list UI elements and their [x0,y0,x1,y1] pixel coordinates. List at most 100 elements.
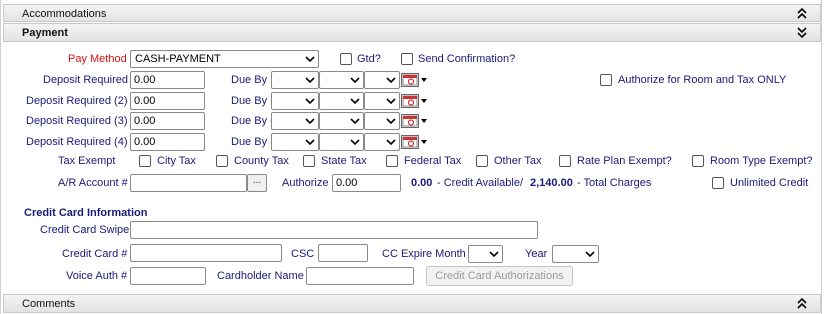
deposit-required-input[interactable]: 0.00 [130,133,205,151]
send-confirmation-label: Send Confirmation? [418,53,516,65]
chevron-down-icon [585,251,595,258]
section-title-accommodations: Accommodations [22,8,107,20]
chevron-up-double-icon[interactable] [796,296,808,310]
chevron-down-icon [489,251,499,258]
chevron-down-icon [350,77,360,84]
tax-exempt-option-label: County Tax [234,155,289,167]
due-by-year-select[interactable] [364,71,400,89]
calendar-dropdown-caret-icon[interactable] [421,78,427,82]
calendar-dropdown-caret-icon[interactable] [421,99,427,103]
due-by-label: Due By [231,74,268,86]
due-by-day-select[interactable] [319,92,364,110]
calendar-icon[interactable] [401,135,419,149]
credit-card-number-label: Credit Card # [62,248,128,260]
due-by-day-select[interactable] [319,133,364,151]
authorize-input[interactable]: 0.00 [332,174,401,192]
deposit-required-label: Deposit Required (2) [26,95,128,107]
cc-expire-year-select[interactable] [552,245,599,263]
authorize-room-tax-label: Authorize for Room and Tax ONLY [618,74,787,86]
chevron-down-icon [350,118,360,125]
chevron-down-icon [305,77,315,84]
section-accommodations[interactable]: Accommodations [3,4,821,22]
due-by-month-select[interactable] [271,92,319,110]
chevron-up-double-icon[interactable] [796,6,808,20]
gtd-label: Gtd? [357,53,381,65]
ar-account-lookup-button[interactable]: ... [247,174,267,192]
cc-expire-month-select[interactable] [468,245,503,263]
deposit-required-input[interactable]: 0.00 [130,112,205,130]
tax-exempt-checkbox[interactable] [216,155,228,167]
credit-available-amount: 0.00 [411,177,433,189]
deposit-required-input[interactable]: 0.00 [130,92,205,110]
chevron-down-icon [386,98,396,105]
cc-authorizations-button[interactable]: Credit Card Authorizations [426,266,573,286]
due-by-year-select[interactable] [364,92,400,110]
section-title-payment: Payment [22,27,68,39]
tax-exempt-option-label: State Tax [321,155,367,167]
chevron-down-icon [305,56,315,63]
calendar-icon[interactable] [401,94,419,108]
unlimited-credit-checkbox[interactable] [712,177,724,189]
send-confirmation-checkbox[interactable] [401,53,413,65]
pay-method-select[interactable]: CASH-PAYMENT [130,50,319,68]
calendar-dropdown-caret-icon[interactable] [421,119,427,123]
due-by-month-select[interactable] [271,133,319,151]
tax-exempt-checkbox[interactable] [559,155,571,167]
section-title-comments: Comments [22,298,76,310]
chevron-down-icon [386,118,396,125]
chevron-down-icon [386,77,396,84]
tax-exempt-option-label: City Tax [157,155,196,167]
calendar-icon[interactable] [401,73,419,87]
gtd-checkbox[interactable] [340,53,352,65]
section-comments[interactable]: Comments [3,294,821,313]
credit-card-number-input[interactable] [130,244,282,262]
authorize-room-tax-checkbox[interactable] [600,74,612,86]
deposit-required-label: Deposit Required (3) [26,115,128,127]
section-payment[interactable]: Payment [3,23,821,42]
reservation-panel: Accommodations Payment Pay Method CASH-P… [0,0,822,314]
ar-account-input[interactable] [130,174,247,192]
unlimited-credit-label: Unlimited Credit [730,177,809,189]
cc-expire-month-label: CC Expire Month [382,248,466,260]
cc-swipe-input[interactable] [130,221,538,239]
due-by-year-select[interactable] [364,112,400,130]
pay-method-label: Pay Method [68,53,127,65]
due-by-day-select[interactable] [319,71,364,89]
due-by-month-select[interactable] [271,71,319,89]
tax-exempt-checkbox[interactable] [303,155,315,167]
year-label: Year [525,248,548,260]
total-charges-amount: 2,140.00 [530,177,573,189]
total-charges-text: - Total Charges [577,177,652,189]
credit-separator: / [520,177,524,189]
tax-exempt-option-label: Rate Plan Exempt? [577,155,672,167]
tax-exempt-checkbox[interactable] [476,155,488,167]
due-by-year-select[interactable] [364,133,400,151]
cardholder-name-input[interactable] [306,267,414,285]
tax-exempt-option-label: Other Tax [494,155,542,167]
pay-method-value: CASH-PAYMENT [135,53,221,65]
tax-exempt-checkbox[interactable] [692,155,704,167]
chevron-down-icon [386,139,396,146]
credit-available-text: - Credit Available [437,177,520,189]
csc-input[interactable] [318,244,368,262]
chevron-down-icon [350,139,360,146]
tax-exempt-option-label: Room Type Exempt? [710,155,813,167]
voice-auth-input[interactable] [130,267,206,285]
calendar-icon[interactable] [401,114,419,128]
tax-exempt-checkbox[interactable] [386,155,398,167]
deposit-required-input[interactable]: 0.00 [130,71,205,89]
tax-exempt-label: Tax Exempt [58,155,116,167]
deposit-required-label: Deposit Required (4) [26,136,128,148]
calendar-dropdown-caret-icon[interactable] [421,140,427,144]
due-by-month-select[interactable] [271,112,319,130]
cc-swipe-label: Credit Card Swipe [40,224,130,236]
voice-auth-label: Voice Auth # [66,270,128,282]
csc-label: CSC [291,248,315,260]
due-by-day-select[interactable] [319,112,364,130]
chevron-down-icon [305,118,315,125]
chevron-down-double-icon[interactable] [796,25,808,39]
chevron-down-icon [350,98,360,105]
authorize-label: Authorize [282,177,329,189]
deposit-required-label: Deposit Required [43,74,128,86]
tax-exempt-checkbox[interactable] [139,155,151,167]
